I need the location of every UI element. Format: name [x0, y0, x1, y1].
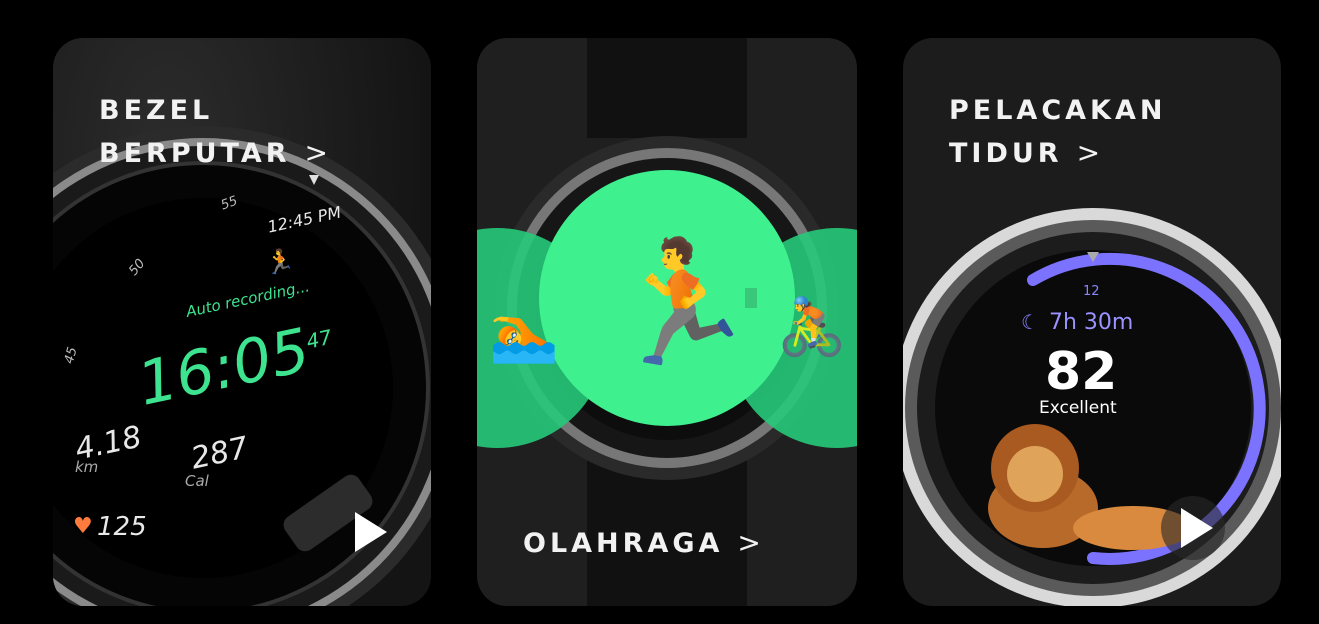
play-icon — [1181, 508, 1213, 548]
play-video-button[interactable] — [335, 500, 399, 564]
sleep-score: 82 — [1045, 342, 1118, 402]
heart-icon: ♥ — [73, 514, 93, 539]
heart-rate: 125 — [97, 512, 147, 542]
cycling-icon: 🚴 — [777, 295, 847, 360]
hour-mark: 12 — [1083, 284, 1100, 299]
card-title[interactable]: PELACAKAN TIDUR > — [949, 90, 1166, 175]
sleep-duration: 7h 30m — [1049, 310, 1134, 335]
title-line-1: PELACAKAN — [949, 95, 1167, 126]
chevron-right-icon: > — [304, 136, 333, 169]
card-sleep-tracking[interactable]: PELACAKAN TIDUR > 12 ☾ 7h 30m 82 Excellen… — [903, 38, 1281, 606]
card-title[interactable]: OLAHRAGA > — [523, 522, 765, 565]
running-icon: 🏃 — [265, 248, 295, 276]
title-line-2: BERPUTAR — [99, 138, 291, 169]
title-text: OLAHRAGA — [523, 528, 724, 559]
distance-unit: km — [75, 458, 99, 476]
calories-unit: Cal — [185, 472, 209, 490]
title-line-2: TIDUR — [949, 138, 1063, 169]
sleep-score-label: Excellent — [1039, 398, 1117, 418]
card-title[interactable]: BEZEL BERPUTAR > — [99, 90, 332, 175]
card-exercise[interactable]: 🏊 🏃 🚴 OLAHRAGA > — [477, 38, 857, 606]
card-rotating-bezel[interactable]: BEZEL BERPUTAR > 55 50 45 12:45 PM 🏃 Auto… — [53, 38, 431, 606]
chevron-right-icon: > — [1076, 136, 1105, 169]
running-icon: 🏃 — [607, 234, 757, 373]
title-line-1: BEZEL — [99, 95, 214, 126]
timer-seconds: 47 — [304, 324, 335, 354]
play-icon — [355, 512, 387, 552]
play-video-button[interactable] — [1161, 496, 1225, 560]
moon-icon: ☾ — [1021, 310, 1039, 334]
chevron-right-icon: > — [737, 526, 765, 559]
swimming-icon: 🏊 — [489, 301, 559, 366]
